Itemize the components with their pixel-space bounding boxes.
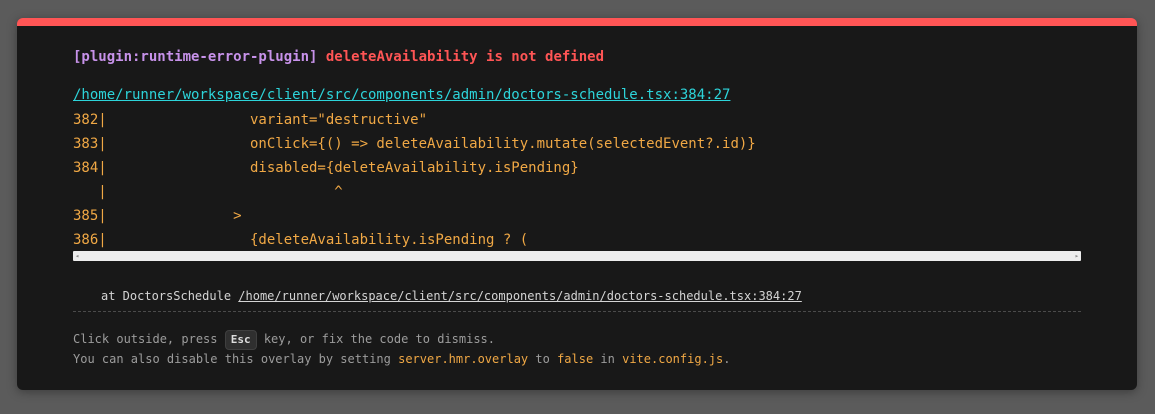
divider	[73, 311, 1081, 312]
code-line: 383| onClick={() => deleteAvailability.m…	[73, 136, 756, 152]
error-message: [plugin:runtime-error-plugin] deleteAvai…	[73, 49, 604, 65]
tip-text-before: Click outside, press	[73, 332, 225, 346]
tip-text-after: key, or fix the code to dismiss.	[256, 332, 496, 346]
dismiss-tip: Click outside, press Esc key, or fix the…	[73, 328, 495, 350]
code-line: 384| disabled={deleteAvailability.isPend…	[73, 160, 579, 176]
code-frame: 382| variant="destructive" 383| onClick=…	[73, 108, 1081, 252]
tip2-text: in	[593, 352, 623, 366]
horizontal-scrollbar[interactable]: ◂ ▸	[73, 251, 1081, 261]
config-key: server.hmr.overlay	[398, 352, 529, 366]
tip2-text: .	[723, 352, 731, 366]
scroll-right-arrow-icon[interactable]: ▸	[1075, 251, 1079, 261]
config-file: vite.config.js	[622, 352, 724, 366]
error-text: deleteAvailability is not defined	[325, 49, 605, 65]
tip2-text: to	[528, 352, 558, 366]
disable-overlay-tip: You can also disable this overlay by set…	[73, 352, 730, 366]
scroll-left-arrow-icon[interactable]: ◂	[75, 251, 79, 261]
code-line: 382| variant="destructive"	[73, 112, 428, 128]
stack-prefix: at DoctorsSchedule	[101, 289, 239, 303]
stack-file-link[interactable]: /home/runner/workspace/client/src/compon…	[238, 289, 802, 303]
plugin-name: [plugin:runtime-error-plugin]	[73, 49, 318, 65]
stack-trace: at DoctorsSchedule /home/runner/workspac…	[101, 289, 802, 303]
config-value: false	[557, 352, 594, 366]
code-line: 386| {deleteAvailability.isPending ? (	[73, 232, 529, 248]
esc-key: Esc	[224, 330, 257, 350]
error-file-link[interactable]: /home/runner/workspace/client/src/compon…	[73, 87, 730, 103]
tip2-text: You can also disable this overlay by set…	[73, 352, 399, 366]
code-line-caret: | ^	[73, 184, 343, 200]
code-line: 385| >	[73, 208, 242, 224]
error-overlay-window: [plugin:runtime-error-plugin] deleteAvai…	[17, 18, 1137, 390]
